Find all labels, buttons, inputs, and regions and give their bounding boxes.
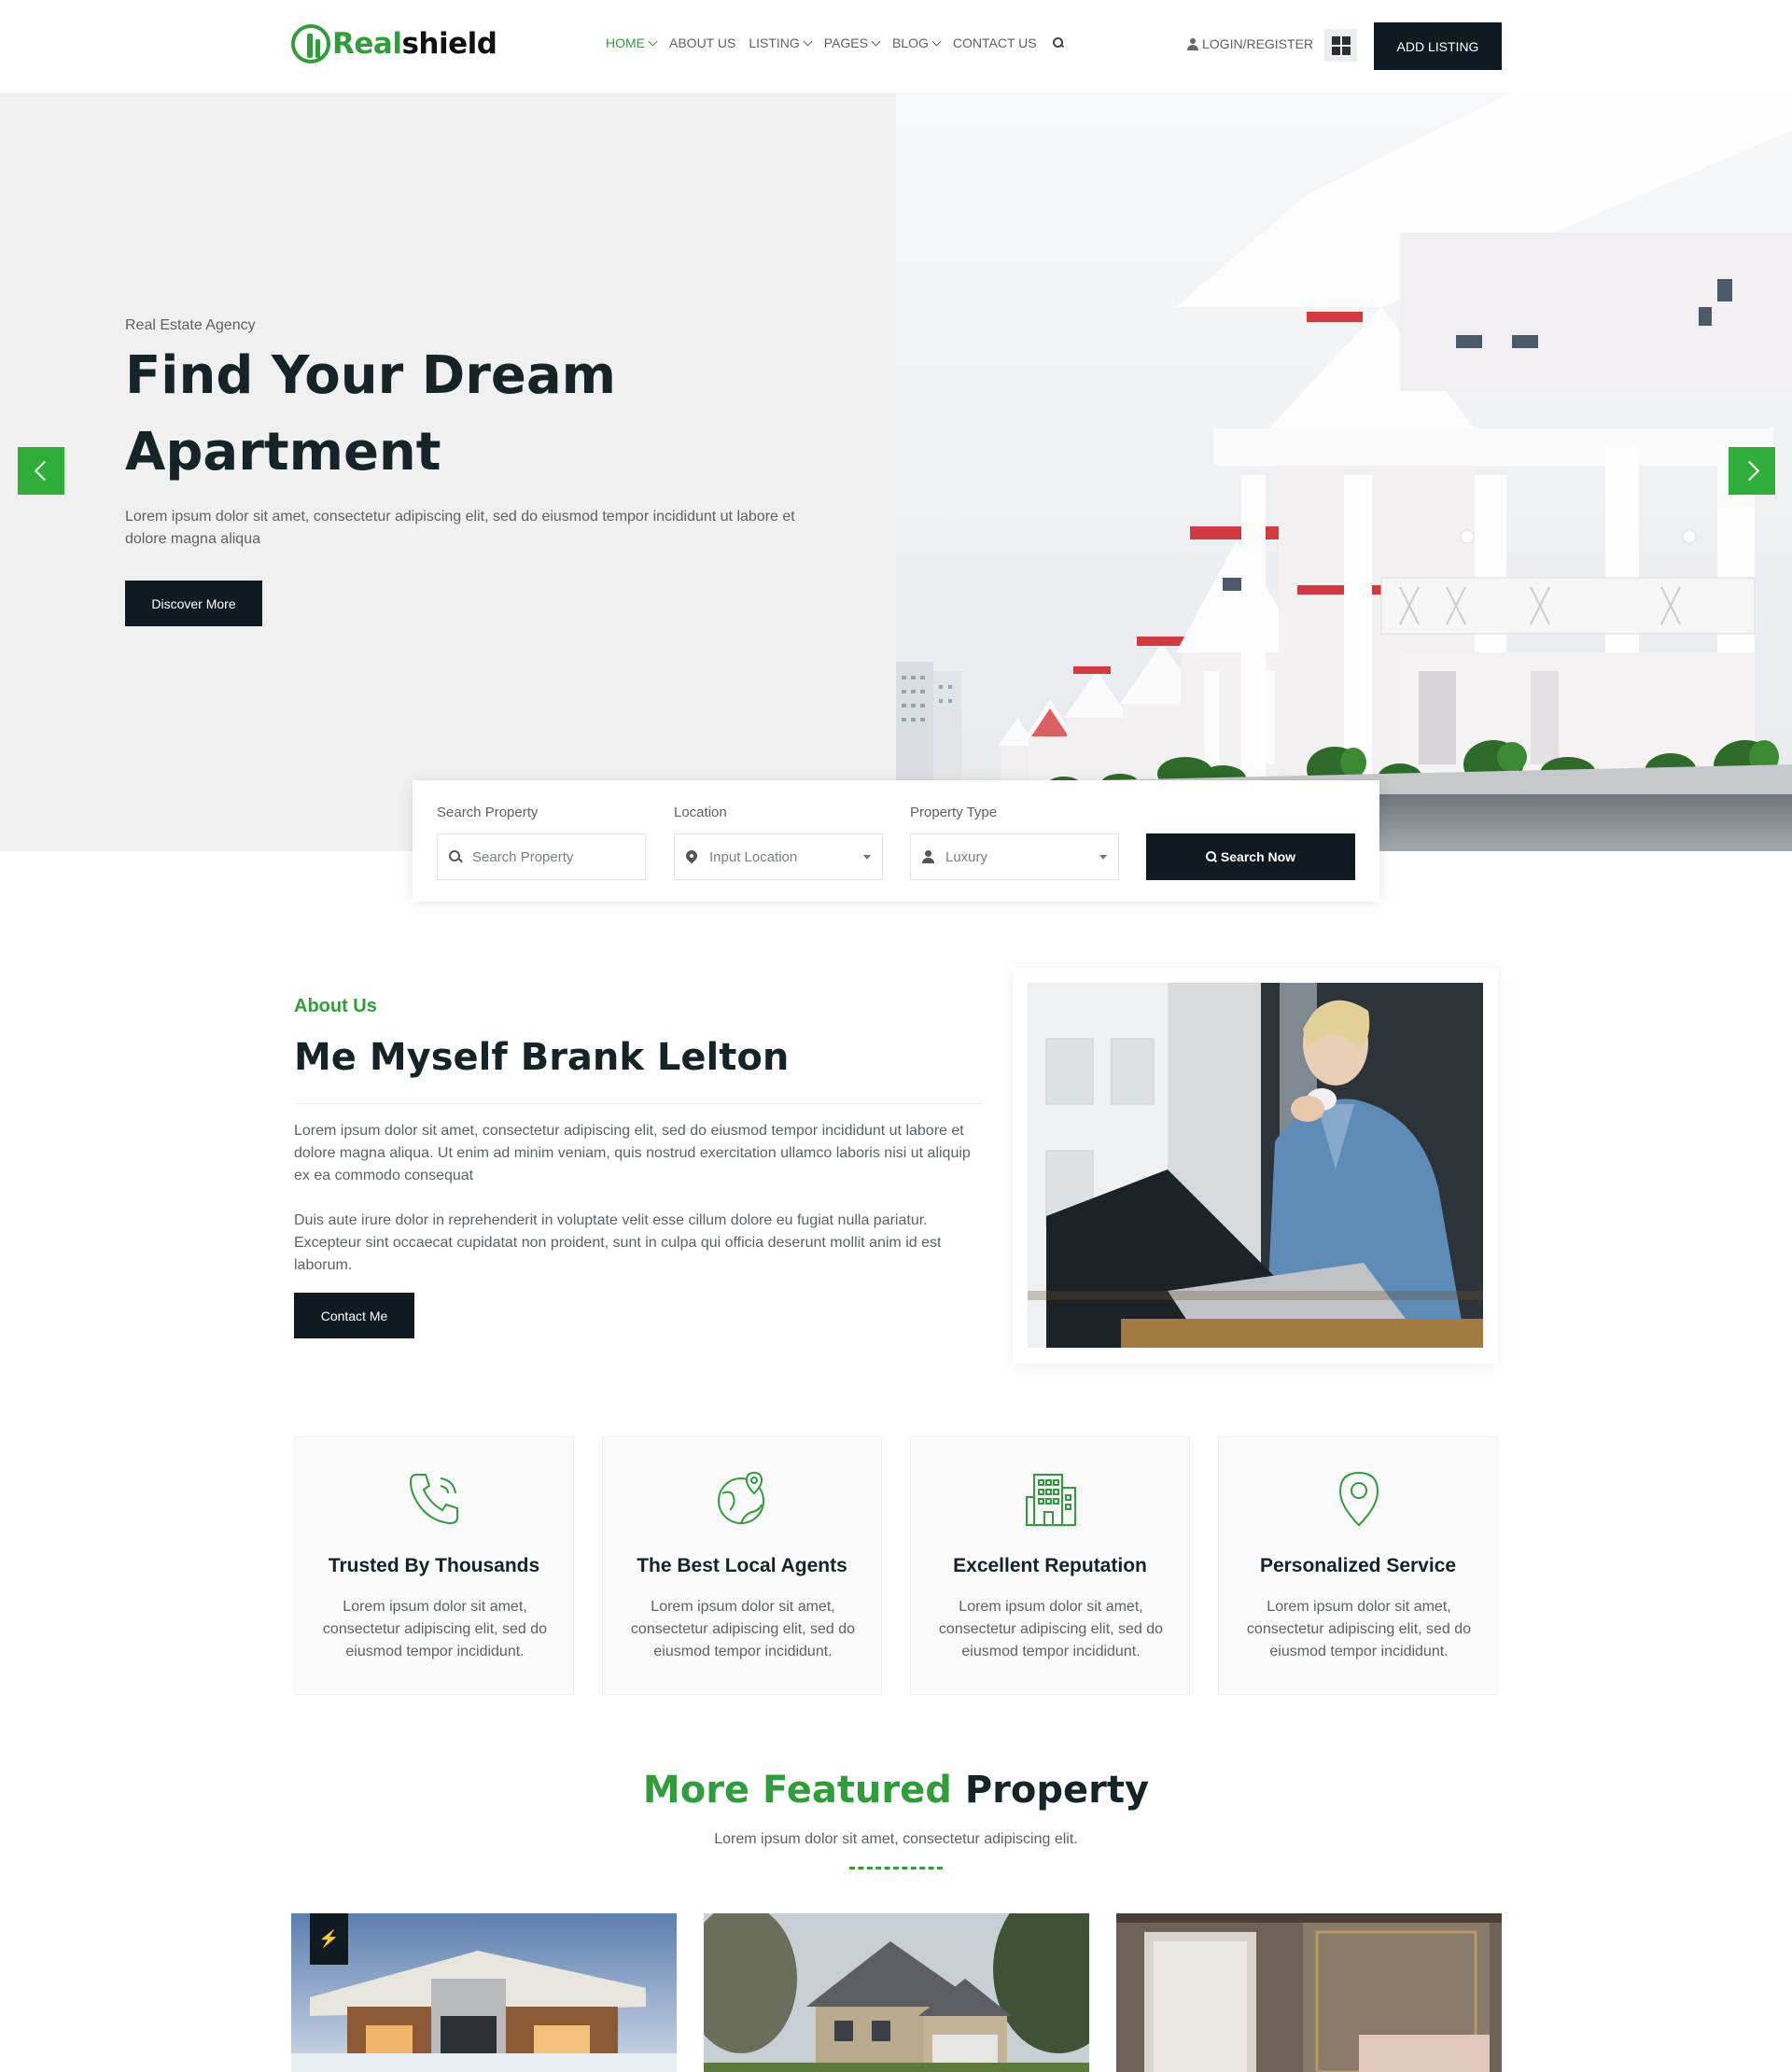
about-paragraph-1: Lorem ipsum dolor sit amet, consectetur … [294, 1123, 971, 1183]
about-photo-frame [1013, 968, 1498, 1364]
logo-icon [291, 24, 330, 63]
property-card[interactable] [704, 1913, 1089, 2072]
search-now-button[interactable]: Search Now [1146, 833, 1355, 880]
add-listing-button[interactable]: ADD LISTING [1374, 22, 1502, 70]
feature-card: Excellent Reputation Lorem ipsum dolor s… [910, 1436, 1190, 1695]
slider-next-button[interactable] [1729, 447, 1775, 495]
about-kicker: About Us [294, 996, 377, 1016]
building-icon [1026, 1474, 1076, 1526]
property-image [291, 1913, 677, 2072]
chevron-down-icon [931, 36, 942, 46]
caret-down-icon [1099, 855, 1107, 860]
slider-prev-button[interactable] [18, 447, 64, 495]
property-image [704, 1913, 1089, 2072]
feature-text: Lorem ipsum dolor sit amet, consectetur … [938, 1599, 1164, 1659]
nav-item-blog[interactable]: BLOG [892, 35, 942, 50]
feature-text: Lorem ipsum dolor sit amet, consectetur … [630, 1599, 856, 1659]
feature-text: Lorem ipsum dolor sit amet, consectetur … [322, 1599, 548, 1659]
chevron-down-icon [803, 36, 813, 46]
property-search-panel: Search Property Search Property Location… [413, 780, 1379, 902]
hero-kicker: Real Estate Agency [125, 317, 256, 333]
search-property-input[interactable]: Search Property [437, 833, 646, 880]
logo-text-part2: shield [401, 27, 497, 61]
discover-more-button[interactable]: Discover More [125, 581, 262, 626]
logo-text-part1: Real [332, 27, 402, 61]
location-select[interactable]: Input Location [674, 833, 883, 880]
feature-text: Lorem ipsum dolor sit amet, consectetur … [1246, 1599, 1472, 1659]
phone-call-icon [409, 1474, 458, 1525]
property-type-select[interactable]: Luxury [910, 833, 1119, 880]
search-property-label: Search Property [437, 805, 539, 820]
contact-me-button[interactable]: Contact Me [294, 1293, 414, 1338]
feature-card: Personalized Service Lorem ipsum dolor s… [1218, 1436, 1498, 1695]
logo[interactable]: Realshield [291, 24, 497, 63]
map-pin-icon [1338, 1471, 1379, 1527]
hero-image [896, 92, 1792, 851]
lightning-icon: ⚡ [310, 1913, 348, 1965]
feature-card: Trusted By Thousands Lorem ipsum dolor s… [294, 1436, 574, 1695]
feature-title: The Best Local Agents [637, 1555, 847, 1576]
grid-menu-button[interactable] [1324, 29, 1357, 62]
feature-title: Trusted By Thousands [328, 1555, 540, 1576]
nav-item-listing[interactable]: LISTING [749, 35, 813, 50]
location-label: Location [674, 805, 727, 820]
house-illustration [896, 92, 1792, 851]
about-paragraph-2: Duis aute irure dolor in reprehenderit i… [294, 1212, 942, 1273]
divider [294, 1103, 983, 1104]
globe-pin-icon [718, 1471, 764, 1524]
login-register-link[interactable]: LOGIN/REGISTER [1187, 36, 1313, 51]
grid-icon [1331, 35, 1340, 45]
property-card[interactable] [1116, 1913, 1502, 2072]
user-icon [922, 850, 934, 863]
nav-item-pages[interactable]: PAGES [824, 35, 881, 50]
about-title: Me Myself Brank Lelton [294, 1036, 790, 1079]
nav-item-about[interactable]: ABOUT US [669, 35, 735, 50]
search-icon [1205, 851, 1217, 862]
property-card[interactable]: ⚡ [291, 1913, 677, 2072]
site-header: Realshield HOME ABOUT US LISTING PAGES B… [0, 0, 1792, 92]
main-nav: HOME ABOUT US LISTING PAGES BLOG CONTACT… [606, 35, 1065, 50]
feature-card: The Best Local Agents Lorem ipsum dolor … [602, 1436, 882, 1695]
search-icon [449, 850, 462, 863]
caret-down-icon [863, 855, 871, 860]
about-photo [1028, 983, 1483, 1348]
feature-title: Personalized Service [1259, 1555, 1457, 1576]
hero-description: Lorem ipsum dolor sit amet, consectetur … [125, 509, 795, 547]
chevron-down-icon [648, 36, 658, 46]
featured-section-subtitle: Lorem ipsum dolor sit amet, consectetur … [714, 1831, 1078, 1847]
nav-item-home[interactable]: HOME [606, 35, 658, 50]
map-pin-icon [686, 850, 697, 865]
featured-section-title: More Featured Property [642, 1769, 1150, 1812]
user-icon [1187, 37, 1198, 50]
woman-with-laptop-illustration [1028, 983, 1483, 1348]
property-type-label: Property Type [910, 805, 998, 820]
hero-title: Find Your Dream Apartment [125, 345, 616, 483]
property-image [1116, 1913, 1502, 2072]
nav-item-contact[interactable]: CONTACT US [953, 35, 1037, 50]
section-divider [849, 1867, 943, 1869]
chevron-down-icon [871, 36, 881, 46]
search-icon[interactable] [1052, 36, 1065, 49]
feature-title: Excellent Reputation [953, 1555, 1147, 1576]
